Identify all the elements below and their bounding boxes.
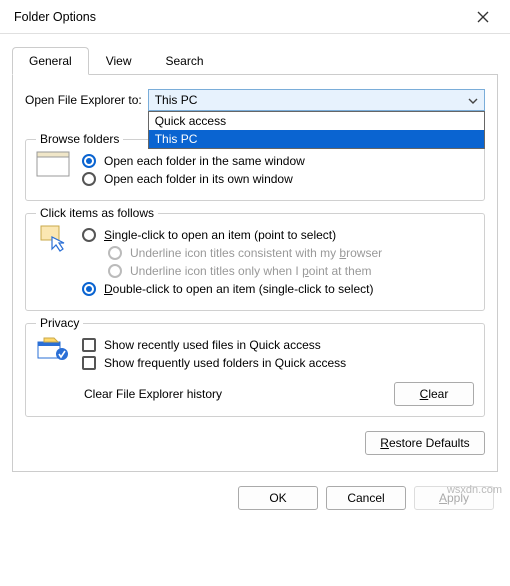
check-frequent-folders-label: Show frequently used folders in Quick ac…: [104, 356, 346, 370]
click-cursor-icon: [36, 224, 70, 252]
open-explorer-label: Open File Explorer to:: [25, 93, 142, 107]
tab-strip: General View Search: [12, 46, 498, 75]
chevron-down-icon: [468, 93, 478, 107]
radio-double-click[interactable]: [82, 282, 96, 296]
close-button[interactable]: [460, 2, 506, 32]
combo-value: This PC: [155, 93, 198, 107]
group-title-click: Click items as follows: [36, 206, 158, 220]
radio-underline-browser-label: Underline icon titles consistent with my…: [130, 246, 382, 260]
clear-button[interactable]: Clear: [394, 382, 474, 406]
tab-general[interactable]: General: [12, 47, 89, 75]
check-frequent-folders[interactable]: [82, 356, 96, 370]
close-icon: [477, 11, 489, 23]
group-click-items: Click items as follows Single-click to o…: [25, 213, 485, 311]
radio-underline-browser: [108, 246, 122, 260]
watermark: wsxdn.com: [447, 484, 502, 496]
tab-panel-general: Open File Explorer to: This PC Quick acc…: [12, 75, 498, 472]
privacy-icon: [36, 334, 70, 362]
open-explorer-dropdown: Quick access This PC: [148, 111, 485, 149]
radio-underline-point: [108, 264, 122, 278]
radio-same-window-label: Open each folder in the same window: [104, 154, 305, 168]
group-title-privacy: Privacy: [36, 316, 83, 330]
radio-single-click[interactable]: [82, 228, 96, 242]
radio-same-window[interactable]: [82, 154, 96, 168]
radio-single-click-label: Single-click to open an item (point to s…: [104, 228, 336, 242]
titlebar: Folder Options: [0, 0, 510, 34]
restore-defaults-button[interactable]: Restore Defaults: [365, 431, 485, 455]
dialog-footer: OK Cancel Apply: [0, 472, 510, 524]
radio-own-window[interactable]: [82, 172, 96, 186]
group-privacy: Privacy Show recently used files in Quic…: [25, 323, 485, 417]
tab-search[interactable]: Search: [149, 47, 221, 75]
window-title: Folder Options: [14, 10, 460, 24]
tab-view[interactable]: View: [89, 47, 149, 75]
dropdown-item-quick-access[interactable]: Quick access: [149, 112, 484, 130]
radio-double-click-label: Double-click to open an item (single-cli…: [104, 282, 373, 296]
clear-history-label: Clear File Explorer history: [84, 387, 222, 401]
group-title-browse: Browse folders: [36, 132, 123, 146]
folder-window-icon: [36, 150, 70, 178]
ok-button[interactable]: OK: [238, 486, 318, 510]
cancel-button[interactable]: Cancel: [326, 486, 406, 510]
radio-own-window-label: Open each folder in its own window: [104, 172, 293, 186]
check-recent-files[interactable]: [82, 338, 96, 352]
radio-underline-point-label: Underline icon titles only when I point …: [130, 264, 371, 278]
dropdown-item-this-pc[interactable]: This PC: [149, 130, 484, 148]
open-explorer-combo[interactable]: This PC Quick access This PC: [148, 89, 485, 111]
check-recent-files-label: Show recently used files in Quick access: [104, 338, 321, 352]
